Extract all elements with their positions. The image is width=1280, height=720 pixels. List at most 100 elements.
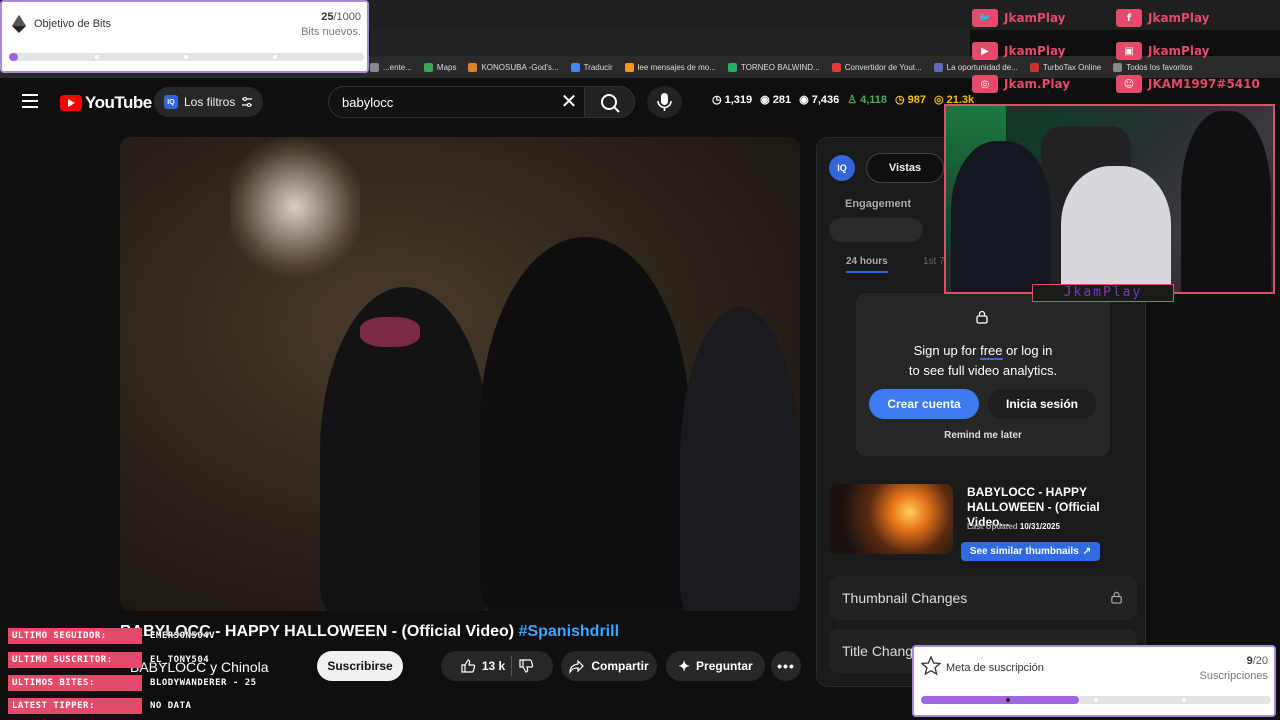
bookmark-item[interactable]: TurboTax Online	[1029, 62, 1101, 72]
voice-search-button[interactable]	[647, 86, 682, 118]
clock-icon: ◷	[712, 94, 722, 106]
tab-vistas[interactable]: Vistas	[866, 153, 944, 183]
subscribe-button[interactable]: Suscribirse	[317, 651, 403, 681]
share-button[interactable]: Compartir	[561, 651, 657, 681]
bookmark-label: Convertidor de Yout...	[844, 62, 922, 72]
facebook-icon: f	[1116, 9, 1142, 27]
stat-value: 987	[907, 93, 927, 106]
similar-thumbnails-button[interactable]: See similar thumbnails ↗	[961, 542, 1100, 561]
search-button[interactable]	[584, 86, 635, 118]
youtube-logo[interactable]: YouTube	[60, 93, 152, 113]
more-actions-button[interactable]: •••	[771, 651, 801, 681]
search-icon	[601, 94, 620, 113]
bookmark-item[interactable]: lee mensajes de mo...	[624, 62, 716, 72]
sub-goal-title: Meta de suscripción	[946, 662, 1044, 674]
bookmark-item[interactable]: Convertidor de Yout...	[831, 62, 922, 72]
menu-icon[interactable]	[22, 94, 38, 108]
stat-item: ◷ 1,319	[712, 93, 752, 107]
signup-text-a: Sign up for	[913, 343, 981, 358]
person-icon: ♙	[847, 94, 858, 106]
overlay-label: LATEST TIPPER:	[8, 698, 142, 714]
webcam-person	[1181, 111, 1271, 292]
goal-tick	[184, 55, 188, 59]
filters-label: Los filtros	[184, 95, 236, 109]
lock-icon	[1111, 591, 1122, 604]
last-updated-label: Last Updated	[967, 522, 1020, 531]
star-icon	[921, 656, 941, 676]
overlay-last-follower: ULTIMO SEGUIDOR: EMERSON504V	[8, 628, 215, 644]
remind-later-link[interactable]: Remind me later	[869, 430, 1097, 441]
thumbs-down-icon[interactable]	[518, 658, 534, 674]
sub-goal-subtitle: Suscripciones	[1199, 670, 1268, 682]
sub-goal-bar	[921, 696, 1271, 704]
bookmark-label: Maps	[436, 62, 457, 72]
youtube-play-icon	[60, 95, 82, 111]
search-input[interactable]: babylocc	[328, 86, 593, 118]
vidiq-logo[interactable]: IQ	[829, 155, 855, 181]
microphone-icon	[657, 93, 672, 111]
video-figure	[680, 307, 800, 611]
bookmark-item[interactable]: TORNEO BALWIND...	[727, 62, 820, 72]
overlay-value: EMERSON504V	[150, 631, 216, 641]
tab-first-period[interactable]: 1st 7	[923, 256, 945, 267]
overlay-value: BLODYWANDERER - 25	[150, 678, 257, 688]
bits-goal-target: /1000	[333, 11, 361, 23]
sub-goal-widget: Meta de suscripción 9/20 Suscripciones	[912, 645, 1276, 717]
social-twitter: 🐦 JkamPlay	[972, 9, 1066, 27]
bookmark-item[interactable]: Todos los favoritos	[1113, 62, 1193, 72]
bookmark-item[interactable]: La oportunidad de...	[933, 62, 1018, 72]
video-hashtag[interactable]: #Spanishdrill	[519, 623, 619, 640]
coin-icon: ◎	[934, 94, 944, 106]
social-label: JKAM1997#5410	[1148, 77, 1260, 91]
title-changes-label: Title Chang	[842, 643, 914, 659]
video-thumbnail[interactable]	[829, 484, 953, 554]
last-updated: Last Updated 10/31/2025	[967, 522, 1060, 531]
bookmark-icon	[1029, 62, 1039, 72]
login-button[interactable]: Inicia sesión	[988, 389, 1096, 419]
search-value: babylocc	[342, 94, 394, 110]
bookmark-label: Todos los favoritos	[1126, 62, 1193, 72]
clear-search-icon[interactable]: ✕	[558, 91, 580, 113]
bookmark-item[interactable]: KONOSUBA -God's...	[468, 62, 559, 72]
stat-value: 281	[772, 93, 792, 106]
bookmark-icon	[624, 62, 634, 72]
engagement-label: Engagement	[845, 198, 912, 210]
sparkle-icon: ✦	[678, 657, 691, 674]
bookmark-icon	[831, 62, 841, 72]
sub-goal-count: 9/20	[1247, 655, 1268, 667]
share-label: Compartir	[591, 659, 649, 673]
bookmark-item[interactable]: Traducir	[570, 62, 613, 72]
ask-button[interactable]: ✦ Preguntar	[666, 651, 765, 681]
stat-item: ♙ 4,118	[847, 93, 887, 107]
like-dislike-group: 13 k	[441, 651, 553, 681]
bits-goal-current: 25	[321, 11, 334, 23]
bits-goal-count: 25/1000	[321, 11, 361, 23]
similar-label: See similar thumbnails	[969, 546, 1079, 557]
bookmark-label: Traducir	[583, 62, 613, 72]
overlay-label: ULTIMO SUSCRITOR:	[8, 652, 142, 668]
vidiq-stats-bar: ◷ 1,319 ◉ 281 ◉ 7,436 ♙ 4,118 ◷ 987 ◎ 21.3k	[712, 93, 974, 107]
filters-button[interactable]: IQ Los filtros	[154, 87, 263, 117]
like-button[interactable]: 13 k	[460, 658, 505, 674]
bookmark-item[interactable]: ...ente...	[370, 62, 412, 72]
bookmark-item[interactable]: Maps	[423, 62, 457, 72]
social-twitch: ▣ JkamPlay	[1116, 42, 1210, 60]
overlay-label: ULTIMOS BITES:	[8, 675, 142, 691]
overlay-value: NO DATA	[150, 701, 192, 711]
thumbnail-changes-row[interactable]: Thumbnail Changes	[829, 576, 1137, 620]
tab-24-hours[interactable]: 24 hours	[846, 256, 888, 273]
social-facebook: f JkamPlay	[1116, 9, 1210, 27]
stat-value: 7,436	[811, 93, 840, 106]
signup-text-b: or log in	[1002, 343, 1053, 358]
like-count: 13 k	[481, 659, 506, 673]
overlay-last-subscriber: ULTIMO SUSCRITOR: EL_TONY504	[8, 652, 209, 668]
create-account-button[interactable]: Crear cuenta	[869, 389, 979, 419]
bits-goal-title: Objetivo de Bits	[34, 18, 112, 30]
social-instagram: ◎ Jkam.Play	[972, 75, 1070, 93]
eye-icon: ◉	[799, 94, 809, 106]
social-youtube: ▶ JkamPlay	[972, 42, 1066, 60]
bookmark-label: TORNEO BALWIND...	[740, 62, 820, 72]
video-player[interactable]	[120, 137, 800, 611]
webcam-name-tag: JkamPlay	[1032, 284, 1174, 302]
goal-tick	[1094, 698, 1098, 702]
